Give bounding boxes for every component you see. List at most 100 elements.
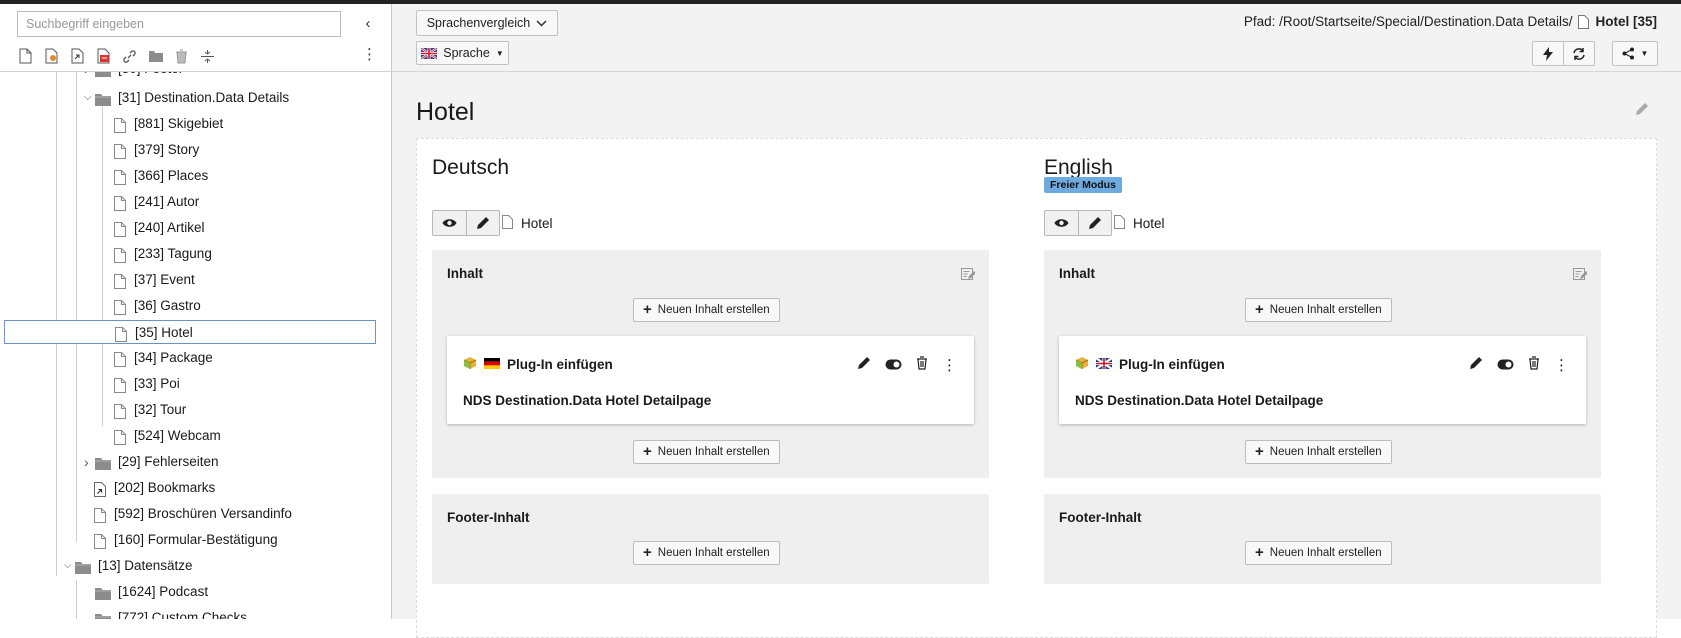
tree-node[interactable]: [366] Places xyxy=(4,164,376,188)
page-name-label: Hotel xyxy=(521,216,553,231)
pencil-icon[interactable] xyxy=(1469,356,1483,375)
tree-node[interactable]: › [29] Fehlerseiten xyxy=(4,450,376,474)
tree-node[interactable]: [592] Broschüren Versandinfo xyxy=(4,502,376,526)
tree-node[interactable]: [524] Webcam xyxy=(4,424,376,448)
view-select[interactable]: Sprachenvergleich xyxy=(416,10,558,36)
content-area-title: Inhalt xyxy=(1059,266,1095,281)
content-area-title: Inhalt xyxy=(447,266,483,281)
new-content-label: Neuen Inhalt erstellen xyxy=(1269,446,1382,458)
tree-node[interactable]: [1624] Podcast xyxy=(4,580,376,604)
expand-toggle-chevron-right-icon[interactable]: › xyxy=(84,450,89,474)
eye-icon xyxy=(442,219,457,227)
content-area-main: Inhalt + Neuen Inhalt erstellen Plug-In ein… xyxy=(1044,250,1601,478)
new-content-button[interactable]: + Neuen Inhalt erstellen xyxy=(633,541,780,565)
tree-node[interactable]: [240] Artikel xyxy=(4,216,376,240)
tree-node[interactable]: [241] Autor xyxy=(4,190,376,214)
view-page-button[interactable] xyxy=(433,211,466,235)
edit-area-icon[interactable] xyxy=(961,267,976,286)
pencil-icon[interactable] xyxy=(857,356,871,375)
expand-toggle-chevron-down-icon[interactable]: ⌵ xyxy=(84,86,92,110)
tree-node[interactable]: ⌵ [31] Destination.Data Details xyxy=(4,86,376,110)
backend-link-icon[interactable] xyxy=(95,48,112,65)
more-vertical-icon[interactable]: ⋮ xyxy=(942,358,957,373)
tree-node[interactable]: [36] Gastro xyxy=(4,294,376,318)
tree-node[interactable]: [160] Formular-Bestätigung xyxy=(4,528,376,552)
new-content-label: Neuen Inhalt erstellen xyxy=(657,304,770,316)
new-content-label: Neuen Inhalt erstellen xyxy=(1269,304,1382,316)
page-tree-header: ‹ ⋮ xyxy=(0,4,391,72)
divider-icon[interactable] xyxy=(199,48,216,65)
tree-node[interactable]: [202] Bookmarks xyxy=(4,476,376,500)
page-tree-panel: ‹ ⋮ ›[30] Footer⌵[31] Destination.Data D… xyxy=(0,4,392,619)
tree-node[interactable]: [37] Event xyxy=(4,268,376,292)
new-content-button[interactable]: + Neuen Inhalt erstellen xyxy=(1245,298,1392,322)
tree-node-label: [881] Skigebiet xyxy=(134,116,224,131)
link-icon[interactable] xyxy=(121,48,138,65)
tree-node-label: [34] Package xyxy=(134,350,213,365)
tree-node[interactable]: [881] Skigebiet xyxy=(4,112,376,136)
content-element: Plug-In einfügen ⋮ NDS Destination.Data Ho… xyxy=(1059,336,1586,424)
folder-icon[interactable] xyxy=(147,48,164,65)
expand-toggle-chevron-down-icon[interactable]: ⌵ xyxy=(64,554,72,578)
page-name-label: Hotel xyxy=(1133,216,1165,231)
tree-node-label: [241] Autor xyxy=(134,194,200,209)
german-flag-icon xyxy=(484,357,500,372)
uk-flag-icon xyxy=(421,47,438,59)
clear-cache-button[interactable] xyxy=(1532,41,1564,66)
tree-node[interactable]: [379] Story xyxy=(4,138,376,162)
more-vertical-icon[interactable]: ⋮ xyxy=(1554,358,1569,373)
language-comparison-card: Deutsch Hotel Inhalt + Neuen Inhalt erstelle… xyxy=(416,138,1657,638)
new-content-label: Neuen Inhalt erstellen xyxy=(657,547,770,559)
tree-node[interactable]: [772] Custom Checks xyxy=(4,606,376,619)
tree-node[interactable]: [33] Poi xyxy=(4,372,376,396)
chevron-left-icon[interactable]: ‹ xyxy=(360,16,376,32)
view-select-label: Sprachenvergleich xyxy=(426,16,531,30)
tree-node-label: [35] Hotel xyxy=(135,325,193,340)
toggle-visibility-icon[interactable] xyxy=(1497,357,1514,375)
edit-page-button[interactable] xyxy=(466,211,499,235)
shortcut-page-icon[interactable] xyxy=(69,48,86,65)
free-mode-badge: Freier Modus xyxy=(1044,177,1122,193)
module-docheader: Sprachenvergleich Sprache ▼ Pfad: /Root/… xyxy=(392,4,1681,72)
page-icon xyxy=(502,215,513,232)
page-name: Hotel xyxy=(1114,215,1165,232)
page-content: Hotel Deutsch Hotel Inhalt + Neuen Inhalt er… xyxy=(392,72,1681,638)
tree-node[interactable]: ⌵ [13] Datensätze xyxy=(4,554,376,578)
tree-node-selected[interactable]: [35] Hotel xyxy=(4,320,376,344)
edit-area-icon[interactable] xyxy=(1573,267,1588,286)
new-content-button[interactable]: + Neuen Inhalt erstellen xyxy=(1245,541,1392,565)
content-element-body: NDS Destination.Data Hotel Detailpage xyxy=(463,393,712,408)
tree-node[interactable]: [233] Tagung xyxy=(4,242,376,266)
trash-icon[interactable] xyxy=(1528,356,1540,375)
pencil-icon xyxy=(1089,217,1101,229)
search-input[interactable] xyxy=(17,11,341,37)
new-content-button[interactable]: + Neuen Inhalt erstellen xyxy=(633,440,780,464)
tree-node-label: [33] Poi xyxy=(134,376,180,391)
view-page-button[interactable] xyxy=(1045,211,1078,235)
edit-page-button[interactable] xyxy=(1078,211,1111,235)
new-content-button[interactable]: + Neuen Inhalt erstellen xyxy=(1245,440,1392,464)
new-content-button[interactable]: + Neuen Inhalt erstellen xyxy=(633,298,780,322)
tree-node-label: [1624] Podcast xyxy=(118,584,209,599)
lightning-icon xyxy=(1543,46,1553,61)
content-element-body: NDS Destination.Data Hotel Detailpage xyxy=(1075,393,1324,408)
tree-node-label: [31] Destination.Data Details xyxy=(118,90,290,105)
share-button[interactable]: ▼ xyxy=(1612,41,1658,66)
breadcrumb-current-page: Hotel [35] xyxy=(1595,14,1657,29)
tree-node[interactable]: [32] Tour xyxy=(4,398,376,422)
new-page-user-icon[interactable] xyxy=(43,48,60,65)
tree-node-label: [379] Story xyxy=(134,142,200,157)
language-button[interactable]: Sprache ▼ xyxy=(416,41,509,65)
reload-button[interactable] xyxy=(1563,41,1595,66)
new-page-icon[interactable] xyxy=(17,48,34,65)
trash-icon[interactable] xyxy=(173,48,190,65)
trash-icon[interactable] xyxy=(916,356,928,375)
toggle-visibility-icon[interactable] xyxy=(885,357,902,375)
edit-page-pencil-icon[interactable] xyxy=(1635,102,1649,121)
page-title: Hotel xyxy=(416,98,475,126)
more-vertical-icon[interactable]: ⋮ xyxy=(362,47,377,62)
plus-icon: + xyxy=(643,301,652,318)
content-element-header: Plug-In einfügen xyxy=(1075,356,1225,373)
plus-icon: + xyxy=(1255,443,1264,460)
tree-node[interactable]: [34] Package xyxy=(4,346,376,370)
